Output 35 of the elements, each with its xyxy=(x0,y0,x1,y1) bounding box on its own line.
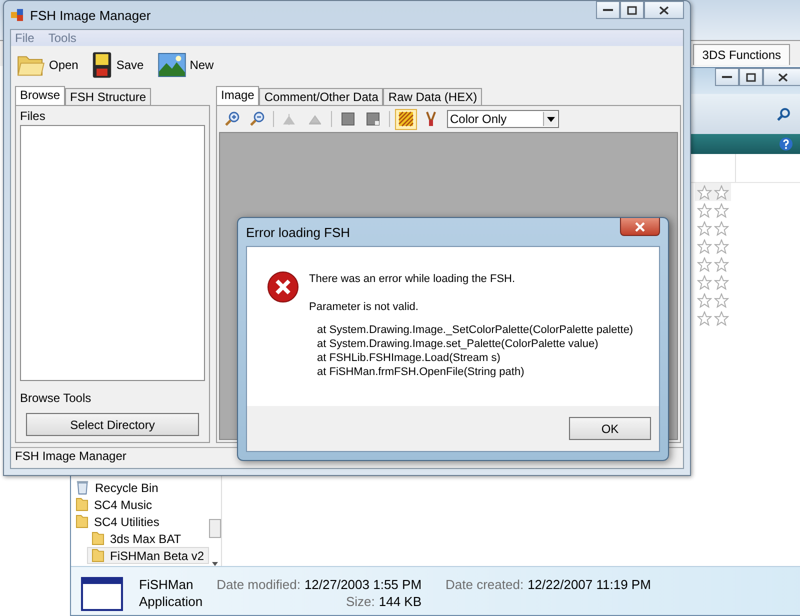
window-title: FSH Image Manager xyxy=(30,8,151,22)
detail-value: 144 KB xyxy=(378,594,422,609)
open-button[interactable]: Open xyxy=(15,48,80,82)
detail-value: 12/27/2003 1:55 PM xyxy=(304,577,422,592)
dialog-title: Error loading FSH xyxy=(246,224,350,240)
file-name: FiSHMan xyxy=(139,577,194,592)
stack-trace-line: at System.Drawing.Image.set_Palette(ColorPalette value) xyxy=(317,337,600,351)
error-message: There was an error while loading the FSH. xyxy=(309,273,516,285)
browse-tools-label: Browse Tools xyxy=(20,390,92,407)
file-type: Application xyxy=(139,594,203,609)
detail-label: Date modified: xyxy=(216,577,300,592)
new-button[interactable]: New xyxy=(156,48,216,82)
ok-button[interactable]: OK xyxy=(569,417,651,440)
tab[interactable]: Image xyxy=(216,86,260,105)
tree-item[interactable]: SC4 Music xyxy=(71,496,210,513)
stack-trace-line: at FiSHMan.frmFSH.OpenFile(String path) xyxy=(317,365,526,379)
tab[interactable]: Comment/Other Data xyxy=(259,88,384,105)
tree-item[interactable]: Recycle Bin xyxy=(71,479,210,496)
tab[interactable]: FSH Structure xyxy=(65,88,152,105)
select-directory-button[interactable]: Select Directory xyxy=(26,413,199,436)
stack-trace-line: at System.Drawing.Image._SetColorPalette(ColorPalette palette) xyxy=(317,323,634,337)
tree-item[interactable]: FiSHMan Beta v2 xyxy=(87,547,210,564)
detail-value: 12/22/2007 11:19 PM xyxy=(528,577,651,592)
tab[interactable]: 3DS Functions xyxy=(693,44,790,65)
detail-label: Date created: xyxy=(446,577,524,592)
error-detail: Parameter is not valid. xyxy=(309,301,420,313)
tab[interactable]: Raw Data (HEX) xyxy=(383,88,482,105)
view-mode-dropdown[interactable]: Color Only xyxy=(447,110,559,128)
files-label: Files xyxy=(20,108,46,125)
detail-label: Size: xyxy=(346,594,375,609)
save-button[interactable]: Save xyxy=(90,48,146,82)
stack-trace-line: at FSHLib.FSHImage.Load(Stream s) xyxy=(317,351,502,365)
tree-item[interactable]: SC4 Utilities xyxy=(71,513,210,530)
tab[interactable]: Browse xyxy=(15,86,66,105)
tree-item[interactable]: 3ds Max BAT xyxy=(87,530,210,547)
